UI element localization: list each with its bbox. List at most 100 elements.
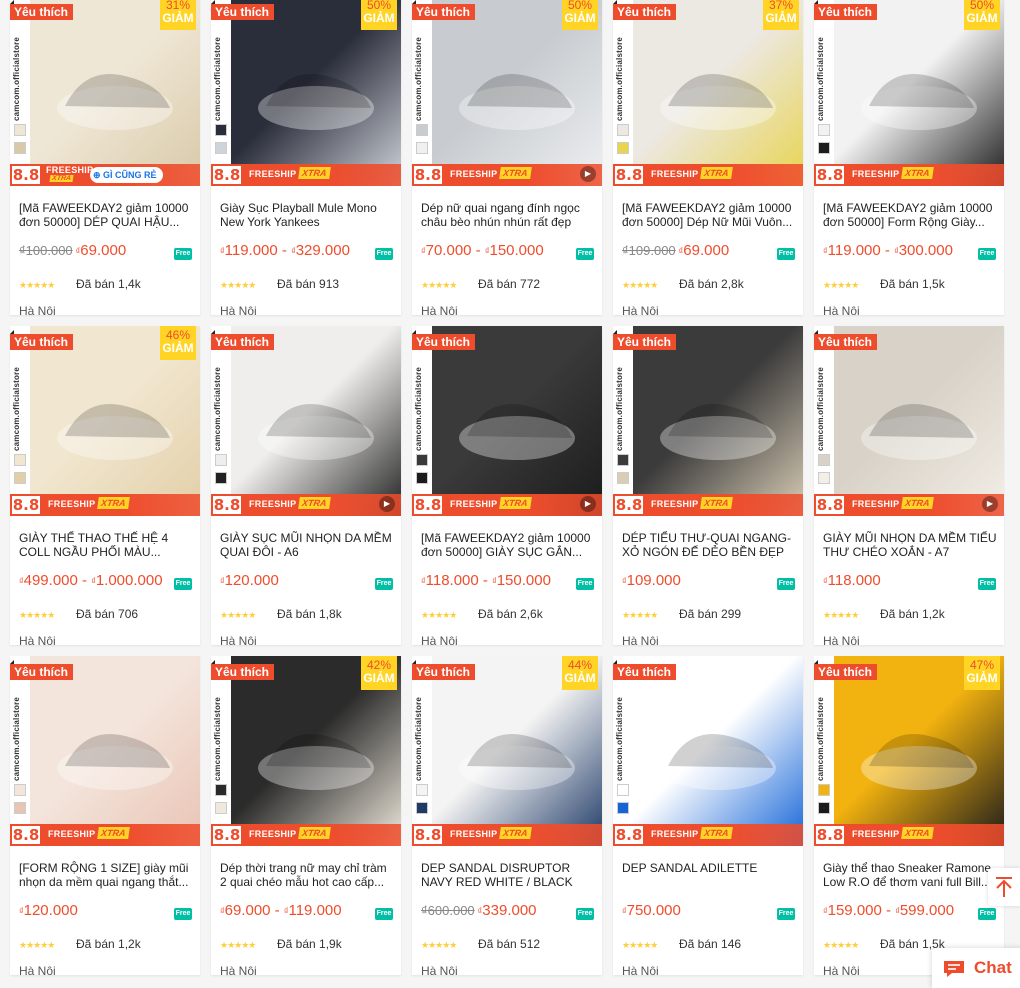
sold-prefix: Đã bán [478,607,517,621]
sold-prefix: Đã bán [76,937,115,951]
current-price: ₫159.000 - ₫599.000 [823,902,955,919]
promo-88-label: 8.8 [414,166,442,184]
product-card[interactable]: camcom.officialstore Yêu thích 8.8 FREES… [814,326,1004,645]
favorite-badge: Yêu thích [10,660,74,680]
color-swatch [416,142,428,154]
product-card[interactable]: camcom.officialstore Yêu thích 46% GIẢM … [10,326,200,645]
color-swatch [617,784,629,796]
free-shipping-icon: Free [978,248,996,260]
xtra-label: XTRA [97,827,130,839]
promo-banner: 8.8 FREESHIP XTRA ⊕ GÌ CŨNG RẺ [10,164,200,186]
free-shipping-icon: Free [777,578,795,590]
product-name[interactable]: DEP SANDAL ADILETTE [622,861,797,889]
xtra-label: XTRA [901,827,934,839]
rating-stars-icon: ★★★★★ [19,940,55,950]
product-name[interactable]: Giày Sục Playball Mule Mono New York Yan… [220,201,395,229]
product-name[interactable]: [Mã FAWEEKDAY2 giảm 10000 đơn 50000] GIÀ… [421,531,596,559]
price-max: 119.000 [288,902,342,919]
price-min: 118.000 [425,572,479,589]
freeship-label: FREESHIP [651,499,699,509]
free-shipping-icon: Free [576,578,594,590]
sold-value: 1,2k [922,607,945,621]
xtra-label: XTRA [298,167,331,179]
product-card[interactable]: camcom.officialstore Yêu thích 8.8 FREES… [211,326,401,645]
shoe-illustration [459,404,575,460]
product-name[interactable]: [Mã FAWEEKDAY2 giảm 10000 đơn 50000] Dép… [622,201,797,229]
image-side-strip: camcom.officialstore [211,0,231,186]
product-name[interactable]: [FORM RỘNG 1 SIZE] giày mũi nhọn da mềm … [19,861,194,889]
product-name[interactable]: [Mã FAWEEKDAY2 giảm 10000 đơn 50000] For… [823,201,998,229]
sold-prefix: Đã bán [679,607,718,621]
freeship-label: FREESHIP [651,829,699,839]
product-card[interactable]: camcom.officialstore Yêu thích 42% GIẢM … [211,656,401,975]
product-name[interactable]: DEP SANDAL DISRUPTOR NAVY RED WHITE / BL… [421,861,596,889]
extra-promo-text: GÌ CŨNG RẺ [103,170,157,180]
play-video-icon[interactable]: ▶ [982,496,998,512]
product-card[interactable]: camcom.officialstore Yêu thích 44% GIẢM … [412,656,602,975]
product-name[interactable]: Dép nữ quai ngang đính ngọc châu bèo nhú… [421,201,596,229]
color-swatch [818,124,830,136]
product-name[interactable]: [Mã FAWEEKDAY2 giảm 10000 đơn 50000] DÉP… [19,201,194,229]
favorite-badge: Yêu thích [211,660,275,680]
product-image[interactable] [633,656,803,846]
product-image[interactable] [432,326,602,516]
product-image[interactable] [633,326,803,516]
product-image[interactable] [834,326,1004,516]
product-card[interactable]: camcom.officialstore Yêu thích 47% GIẢM … [814,656,1004,975]
rating-stars-icon: ★★★★★ [220,610,256,620]
product-card[interactable]: camcom.officialstore Yêu thích 37% GIẢM … [613,0,803,315]
product-card[interactable]: camcom.officialstore Yêu thích 50% GIẢM … [211,0,401,315]
sold-prefix: Đã bán [277,277,316,291]
product-card[interactable]: camcom.officialstore Yêu thích 8.8 FREES… [613,656,803,975]
play-video-icon[interactable]: ▶ [580,496,596,512]
product-card[interactable]: camcom.officialstore Yêu thích 50% GIẢM … [814,0,1004,315]
product-card[interactable]: camcom.officialstore Yêu thích 8.8 FREES… [613,326,803,645]
color-swatch [818,454,830,466]
play-video-icon[interactable]: ▶ [379,496,395,512]
sold-count: Đã bán 1,4k [76,277,141,291]
price-row: ₫118.000 [823,572,998,592]
favorite-badge: Yêu thích [613,660,677,680]
discount-label: GIẢM [363,11,395,25]
product-image[interactable] [30,656,200,846]
product-name[interactable]: GIÀY SỤC MŨI NHỌN DA MỀM QUAI ĐÔI - A6 [220,531,395,559]
product-name[interactable]: GIÀY THỂ THAO THẾ HỆ 4 COLL NGẦU PHỐI MÀ… [19,531,194,559]
freeship-label: FREESHIP [450,499,498,509]
color-swatch [215,472,227,484]
price-min: 118.000 [827,572,881,589]
promo-banner: 8.8 FREESHIP XTRA [814,494,1004,516]
sold-value: 1,5k [922,277,945,291]
play-video-icon[interactable]: ▶ [580,166,596,182]
sold-prefix: Đã bán [277,937,316,951]
price-max: 1.000.000 [95,572,163,589]
price-row: ₫120.000 [19,902,194,922]
brand-watermark: camcom.officialstore [12,36,21,121]
sold-count: Đã bán 2,6k [478,607,543,621]
product-card[interactable]: camcom.officialstore Yêu thích 8.8 FREES… [412,326,602,645]
sold-count: Đã bán 299 [679,607,741,621]
color-swatch [617,472,629,484]
scroll-to-top-button[interactable] [988,868,1020,906]
promo-88-label: 8.8 [414,826,442,844]
shop-location: Hà Nội [823,964,860,975]
product-image[interactable] [231,326,401,516]
product-name[interactable]: Giày thể thao Sneaker Ramone Low R.O để … [823,861,998,889]
product-card[interactable]: camcom.officialstore Yêu thích 50% GIẢM … [412,0,602,315]
sold-value: 2,6k [520,607,543,621]
shoe-illustration [660,734,776,790]
product-name[interactable]: DÉP TIỂU THƯ-QUAI NGANG-XỎ NGÓN ĐẾ DẺO B… [622,531,797,559]
chat-button[interactable]: Chat [932,948,1020,988]
brand-watermark: camcom.officialstore [414,366,423,451]
product-name[interactable]: Dép thời trang nữ may chỉ tràm 2 quai ch… [220,861,395,889]
product-card[interactable]: camcom.officialstore Yêu thích 31% GIẢM … [10,0,200,315]
chat-icon [944,961,964,977]
product-name[interactable]: GIÀY MŨI NHỌN DA MỀM TIỂU THƯ CHÉO XOẮN … [823,531,998,559]
image-side-strip: camcom.officialstore [412,326,432,516]
product-card[interactable]: camcom.officialstore Yêu thích 8.8 FREES… [10,656,200,975]
favorite-badge: Yêu thích [412,0,476,20]
favorite-badge: Yêu thích [412,330,476,350]
promo-88-label: 8.8 [816,166,844,184]
brand-watermark: camcom.officialstore [213,36,222,121]
sold-count: Đã bán 1,9k [277,937,342,951]
discount-badge: 42% GIẢM [361,656,397,690]
